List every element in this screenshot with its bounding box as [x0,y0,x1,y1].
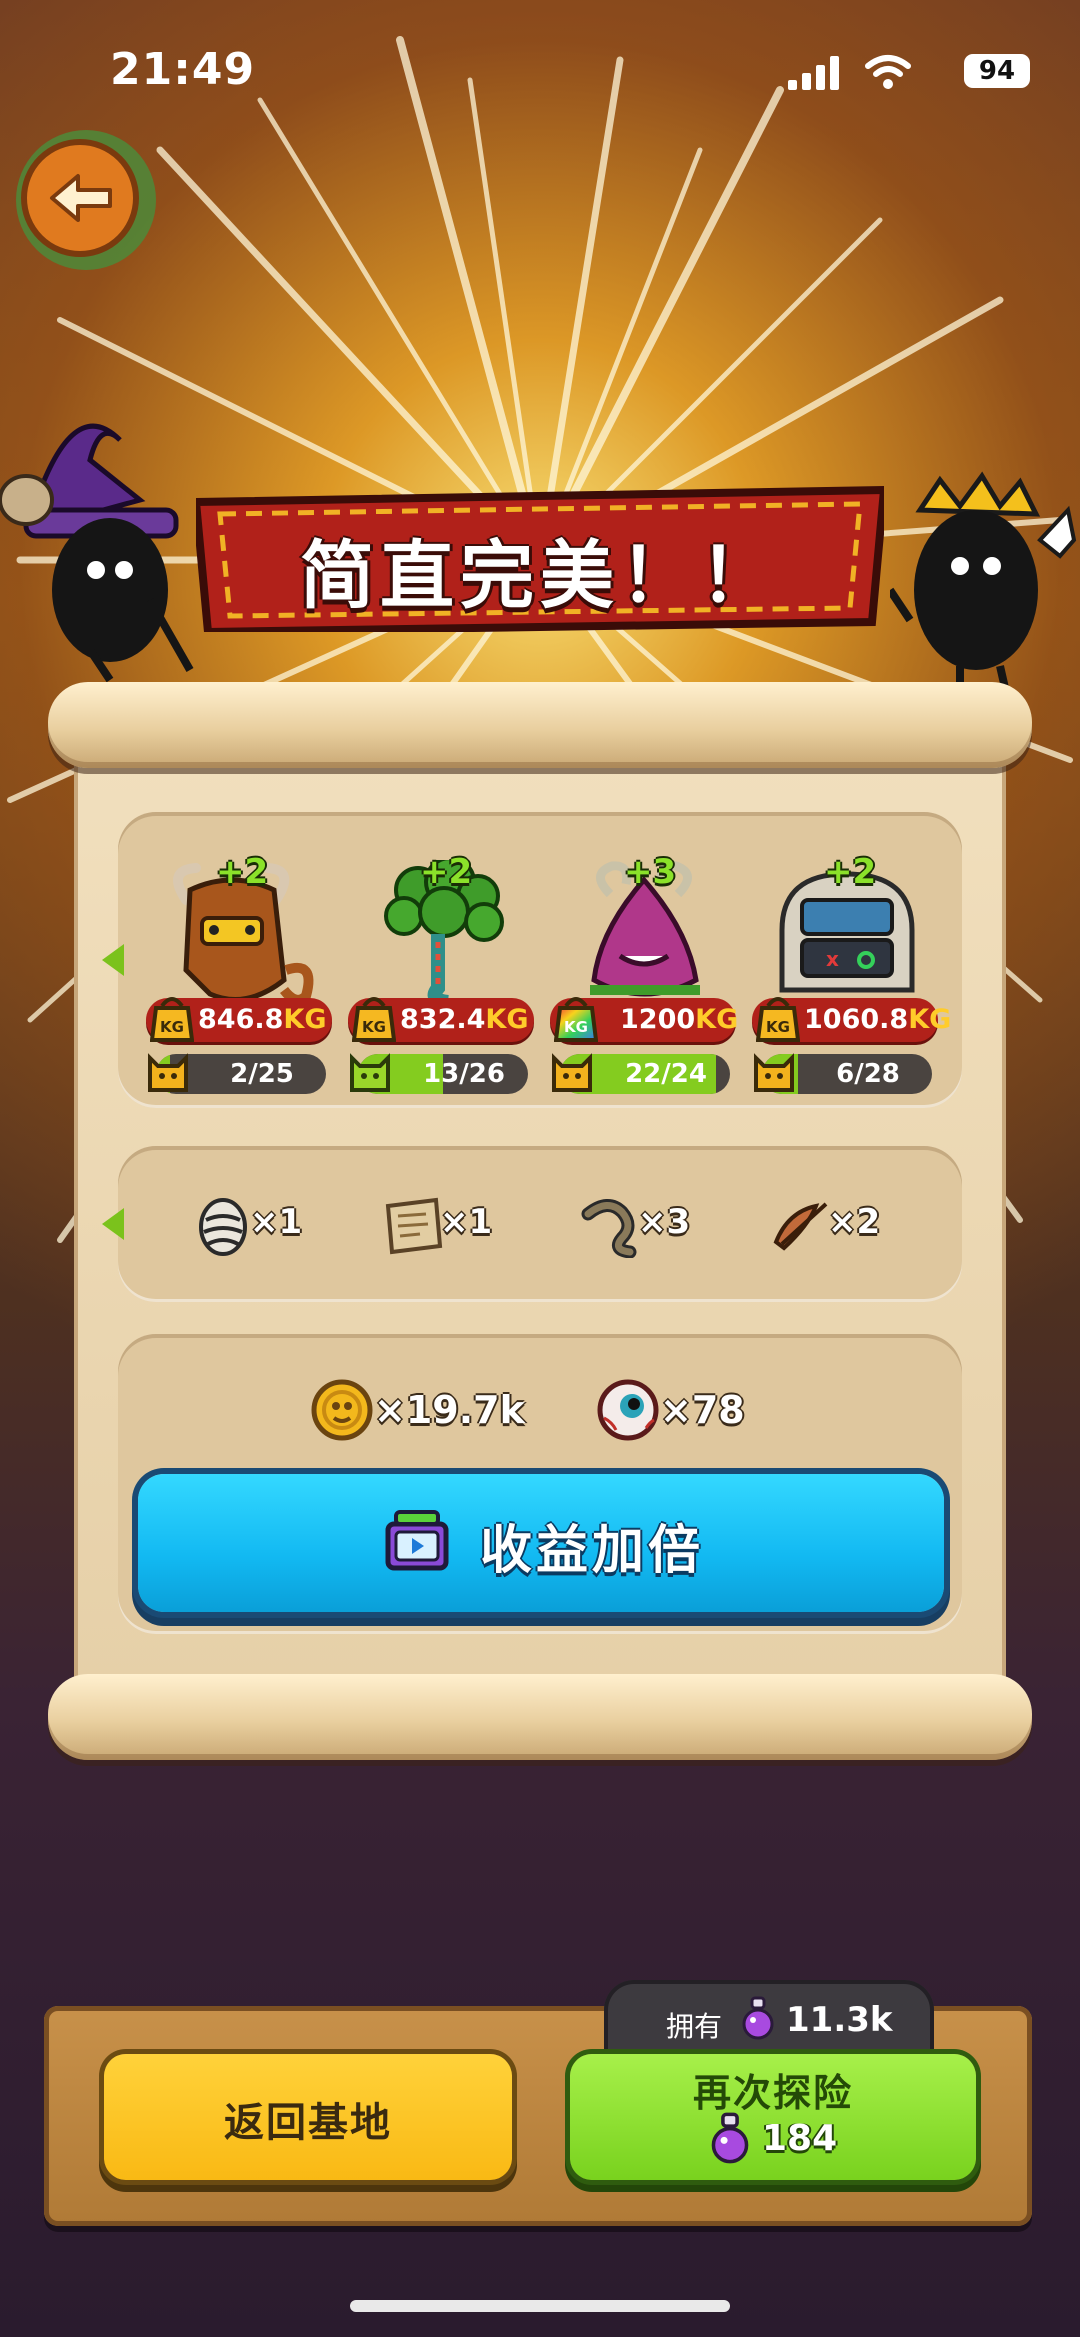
svg-text:KG: KG [160,1018,184,1036]
status-time: 21:49 [110,44,256,95]
monster-plus: +2 [216,852,269,892]
item-qty: ×1 [440,1202,493,1242]
monster-plus: +2 [420,852,473,892]
monster-weight: 832.4KG [400,1004,529,1035]
monster-count-icon [350,1053,390,1092]
double-rewards-label: 收益加倍 [480,1521,705,1581]
explore-again-button[interactable]: 再次探险 184 [570,2054,976,2180]
slingshot-icon [773,1202,828,1251]
monster-count-icon [754,1053,794,1092]
monster-count: 6/28 [836,1059,900,1089]
monster-count: 13/26 [423,1059,505,1089]
monster-card[interactable]: +3 KG 1200KG 22/24 [550,826,739,1116]
kg-weight-rainbow-icon: KG [554,997,598,1042]
svg-text:KG: KG [362,1018,386,1036]
banner-title: 简直完美！！ [300,533,780,619]
monster-plus: +2 [824,852,877,892]
worm-icon [581,1199,637,1258]
wizard-mascot [0,423,194,683]
monster-card[interactable]: x +2 KG 1060.8KG 6/28 [752,826,951,1116]
potion-icon [742,1996,774,2040]
item-qty: ×1 [250,1202,303,1242]
return-base-button[interactable]: 返回基地 [104,2054,512,2180]
monster-count: 2/25 [230,1059,294,1089]
monster-weight: 1060.8KG [804,1004,952,1035]
return-base-label: 返回基地 [224,2100,392,2146]
svg-text:KG: KG [766,1018,790,1036]
owned-potions-value: 11.3k [786,2000,893,2040]
monster-weight: 846.8KG [198,1004,327,1035]
monsters-left-arrow[interactable] [102,944,124,976]
scroll-roll-top [48,682,1032,768]
coin-icon [311,1379,373,1441]
monster-plus: +3 [624,852,677,892]
potion-icon [711,2112,749,2164]
signal-icon [788,56,839,90]
item-qty: ×3 [638,1202,691,1242]
monster-card[interactable]: +2 KG 832.4KG 13/26 [348,826,534,1116]
explore-again-label: 再次探险 [692,2071,853,2115]
scroll-roll-bottom [48,1674,1032,1760]
monster-count-icon [552,1053,592,1092]
monster-weight: 1200KG [620,1004,739,1035]
monster-count-icon [148,1053,188,1092]
eyeball-amount: ×78 [660,1388,745,1432]
explore-again-cost: 184 [762,2118,838,2159]
home-indicator [350,2300,730,2312]
owned-label: 拥有 [666,2010,723,2043]
kg-weight-icon: KG [352,997,396,1042]
coin-amount: ×19.7k [374,1388,525,1432]
svg-text:x: x [826,947,839,971]
items-left-arrow[interactable] [102,1208,124,1240]
double-rewards-button[interactable]: 收益加倍 [138,1474,944,1612]
monster-count: 22/24 [625,1059,707,1089]
wifi-icon [865,55,911,89]
back-button[interactable] [8,120,168,280]
kg-weight-icon: KG [756,997,800,1042]
egg-icon [199,1198,247,1256]
item-qty: ×2 [828,1202,881,1242]
tv-ad-icon [385,1510,449,1571]
status-bar: 21:49 94 [0,0,1080,140]
map-scroll-icon [385,1197,443,1255]
svg-text:KG: KG [564,1018,588,1036]
eyeball-icon [597,1379,659,1441]
monster-card[interactable]: +2 KG 846.8KG 2/25 [146,826,332,1116]
kg-weight-icon: KG [150,997,194,1042]
battery-indicator: 94 [964,54,1030,88]
